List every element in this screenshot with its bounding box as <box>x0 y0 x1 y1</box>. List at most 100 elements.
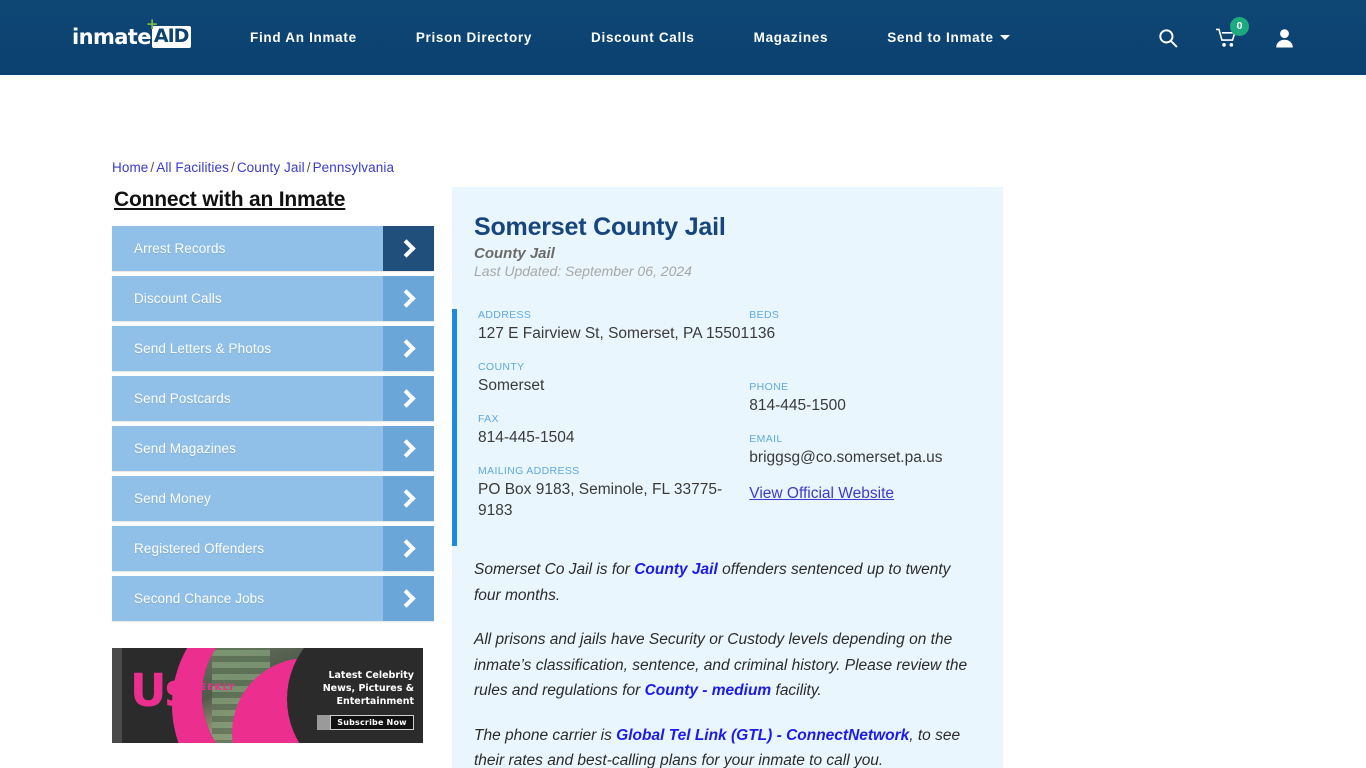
field-beds: BEDS 136 <box>749 309 1003 344</box>
field-label: BEDS <box>749 309 780 321</box>
sidebar-item-label: Discount Calls <box>134 291 222 306</box>
sidebar-item-label: Send Magazines <box>134 441 236 456</box>
breadcrumb-item-county-jail[interactable]: County Jail <box>237 160 305 175</box>
field-value: 136 <box>749 325 776 342</box>
facility-info-column-right: BEDS 136 PHONE 814-445-1500 EMAIL briggs… <box>749 309 1003 538</box>
cart-icon[interactable]: 0 <box>1216 16 1249 48</box>
sidebar-item-send-magazines[interactable]: Send Magazines <box>112 426 434 471</box>
nav-prison-directory[interactable]: Prison Directory <box>416 30 532 45</box>
sidebar-item-label: Second Chance Jobs <box>134 591 265 606</box>
main-nav: Find An Inmate Prison Directory Discount… <box>250 0 1010 75</box>
facility-info-column-left: ADDRESS 127 E Fairview St, Somerset, PA … <box>478 309 749 538</box>
field-email: EMAIL briggsg@co.somerset.pa.us <box>749 433 1003 468</box>
field-county: COUNTY Somerset <box>478 361 749 396</box>
sidebar-item-second-chance-jobs[interactable]: Second Chance Jobs <box>112 576 434 621</box>
logo-word: inmate <box>72 25 151 49</box>
field-mailing-address: MAILING ADDRESS PO Box 9183, Seminole, F… <box>478 465 749 521</box>
logo-badge-text: AID <box>153 25 190 47</box>
field-value: 814-445-1500 <box>749 397 846 414</box>
nav-find-an-inmate[interactable]: Find An Inmate <box>250 30 357 45</box>
cart-count-badge: 0 <box>1230 16 1249 36</box>
field-value: PO Box 9183, Seminole, FL 33775-9183 <box>478 481 723 519</box>
field-label: FAX <box>478 413 499 425</box>
page-title: Somerset County Jail <box>474 213 726 241</box>
facility-last-updated: Last Updated: September 06, 2024 <box>474 263 692 279</box>
facility-header: Somerset County Jail County Jail Last Up… <box>452 209 1003 279</box>
field-label: ADDRESS <box>478 309 532 321</box>
sidebar: Connect with an Inmate Arrest Records Di… <box>112 188 434 626</box>
field-value: 814-445-1504 <box>478 429 575 446</box>
field-value: briggsg@co.somerset.pa.us <box>749 449 943 466</box>
breadcrumb-separator: / <box>306 160 311 175</box>
breadcrumb-separator: / <box>230 160 235 175</box>
chevron-right-icon <box>383 276 434 321</box>
inline-link-gtl-connectnetwork[interactable]: Global Tel Link (GTL) - ConnectNetwork <box>616 727 909 744</box>
sidebar-item-arrest-records[interactable]: Arrest Records <box>112 226 434 271</box>
breadcrumb-item-all-facilities[interactable]: All Facilities <box>156 160 229 175</box>
chevron-right-icon <box>383 376 434 421</box>
chevron-right-icon <box>383 426 434 471</box>
accent-rule <box>452 309 457 546</box>
breadcrumb-item-home[interactable]: Home <box>112 160 148 175</box>
ad-brand-logo: UsWEEKLY <box>130 666 235 713</box>
ad-brand-sup: WEEKLY <box>189 683 236 693</box>
field-label: PHONE <box>749 381 789 393</box>
paragraph-text: Somerset Co Jail is for <box>474 561 635 578</box>
sidebar-item-send-money[interactable]: Send Money <box>112 476 434 521</box>
field-label: EMAIL <box>749 433 783 445</box>
facility-panel: Somerset County Jail County Jail Last Up… <box>452 187 1003 768</box>
facility-info-block: ADDRESS 127 E Fairview St, Somerset, PA … <box>452 309 1003 546</box>
field-label: COUNTY <box>478 361 525 373</box>
sidebar-title: Connect with an Inmate <box>114 188 346 211</box>
nav-send-to-inmate[interactable]: Send to Inmate <box>887 30 1010 45</box>
chevron-right-icon <box>383 576 434 621</box>
sidebar-item-label: Send Postcards <box>134 391 231 406</box>
chevron-right-icon <box>383 226 434 271</box>
description-paragraph: Somerset Co Jail is for County Jail offe… <box>474 557 975 608</box>
sidebar-item-label: Registered Offenders <box>134 541 265 556</box>
ad-edge-strip <box>112 648 122 743</box>
chevron-down-icon <box>999 34 1010 40</box>
field-value: 127 E Fairview St, Somerset, PA 15501 <box>478 325 750 342</box>
site-logo[interactable]: inmate + AID <box>72 17 192 50</box>
ad-subscribe-button[interactable]: Subscribe Now <box>330 715 414 730</box>
paragraph-text: The phone carrier is <box>474 726 617 744</box>
nav-send-to-inmate-label: Send to Inmate <box>887 30 994 45</box>
field-phone: PHONE 814-445-1500 <box>749 381 1003 416</box>
paragraph-text: facility. <box>771 682 822 699</box>
ad-cta-shadow <box>317 715 330 730</box>
facility-type: County Jail <box>474 245 555 262</box>
ad-banner[interactable]: UsWEEKLY Latest Celebrity News, Pictures… <box>112 648 423 743</box>
chevron-right-icon <box>383 476 434 521</box>
nav-discount-calls[interactable]: Discount Calls <box>591 30 695 45</box>
header-icons: 0 <box>1158 0 1294 75</box>
inline-link-county-medium[interactable]: County - medium <box>645 682 772 699</box>
field-fax: FAX 814-445-1504 <box>478 413 749 448</box>
field-label: MAILING ADDRESS <box>478 465 580 477</box>
field-address: ADDRESS 127 E Fairview St, Somerset, PA … <box>478 309 749 344</box>
inline-link-county-jail[interactable]: County Jail <box>634 561 718 578</box>
chevron-right-icon <box>383 526 434 571</box>
nav-magazines[interactable]: Magazines <box>754 30 829 45</box>
sidebar-item-label: Send Letters & Photos <box>134 341 272 356</box>
green-cross-icon: + <box>145 15 159 33</box>
chevron-right-icon <box>383 326 434 371</box>
view-official-website-link[interactable]: View Official Website <box>749 485 894 502</box>
sidebar-item-label: Send Money <box>134 491 211 506</box>
ad-headline: Latest Celebrity News, Pictures & Entert… <box>322 670 414 707</box>
logo-badge: + AID <box>146 17 192 48</box>
field-value: Somerset <box>478 377 545 394</box>
sidebar-item-send-postcards[interactable]: Send Postcards <box>112 376 434 421</box>
facility-description: Somerset Co Jail is for County Jail offe… <box>452 538 1003 768</box>
sidebar-item-discount-calls[interactable]: Discount Calls <box>112 276 434 321</box>
description-paragraph: All prisons and jails have Security or C… <box>474 627 975 704</box>
site-header: inmate + AID Find An Inmate Prison Direc… <box>0 0 1366 75</box>
breadcrumb-item-pennsylvania[interactable]: Pennsylvania <box>313 160 395 175</box>
user-icon[interactable] <box>1275 28 1294 48</box>
sidebar-item-label: Arrest Records <box>134 241 226 256</box>
description-paragraph: The phone carrier is Global Tel Link (GT… <box>474 723 975 768</box>
ad-brand-text: Us <box>130 664 191 717</box>
sidebar-item-send-letters-photos[interactable]: Send Letters & Photos <box>112 326 434 371</box>
sidebar-item-registered-offenders[interactable]: Registered Offenders <box>112 526 434 571</box>
search-icon[interactable] <box>1158 28 1178 48</box>
